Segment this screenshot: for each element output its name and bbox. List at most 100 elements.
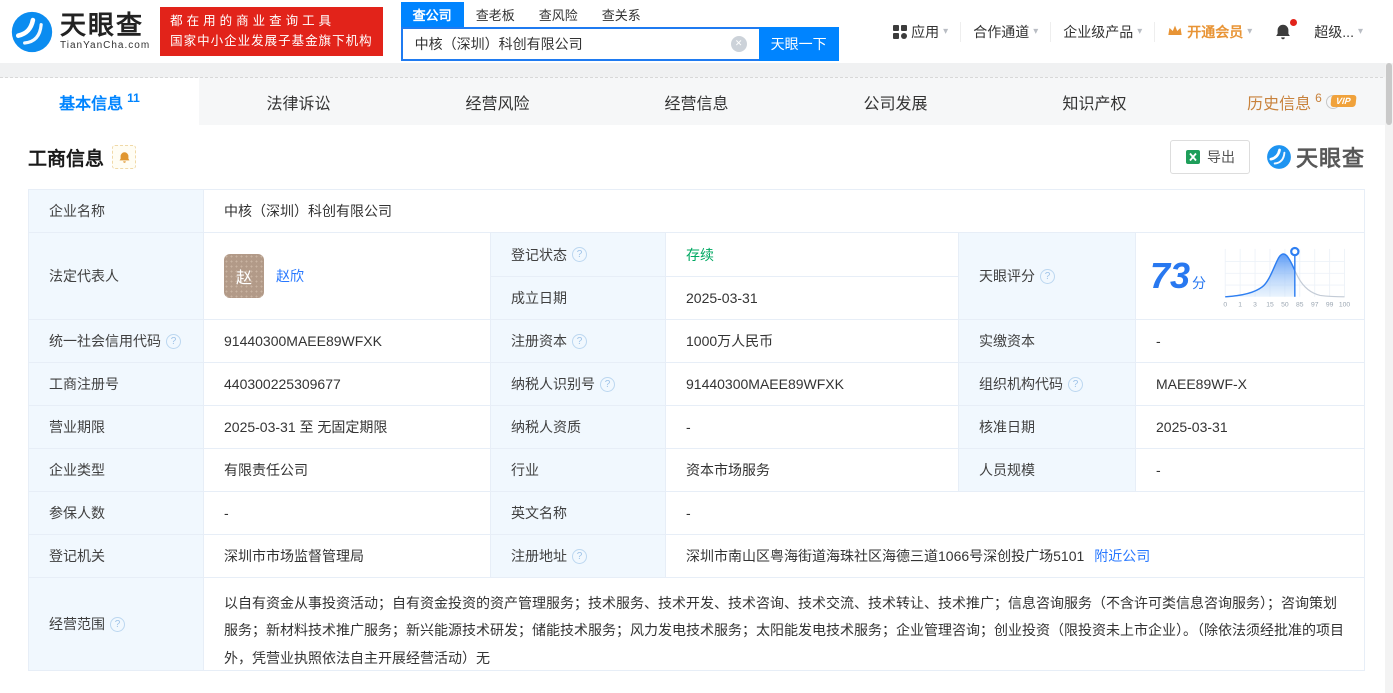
nearby-companies-link[interactable]: 附近公司: [1094, 546, 1150, 566]
svg-text:99: 99: [1326, 302, 1334, 309]
reg-number-value: 440300225309677: [204, 363, 491, 406]
bell-icon: [1274, 23, 1292, 41]
excel-icon: [1185, 149, 1201, 165]
main-content: 工商信息 导出: [0, 125, 1393, 671]
search-input[interactable]: [401, 27, 759, 61]
chevron-down-icon: ▾: [1033, 26, 1038, 37]
staff-size-label: 人员规模: [959, 449, 1136, 492]
tab-business-info[interactable]: 经营信息: [597, 78, 796, 125]
search-button[interactable]: 天眼一下: [759, 27, 839, 61]
slogan-line-1: 都在用的商业查询工具: [170, 12, 373, 31]
help-icon[interactable]: ?: [572, 549, 587, 564]
paid-capital-value: -: [1136, 320, 1364, 363]
english-name-value: -: [666, 492, 1364, 535]
section-title: 工商信息: [28, 144, 104, 171]
search-tab-boss[interactable]: 查老板: [464, 2, 527, 27]
nav-partner-channel[interactable]: 合作通道 ▾: [960, 22, 1050, 42]
industry-value: 资本市场服务: [666, 449, 959, 492]
bell-icon: [118, 151, 131, 164]
reg-address-value: 深圳市南山区粤海街道海珠社区海德三道1066号深创投广场5101 附近公司: [666, 535, 1364, 578]
reg-authority-value: 深圳市市场监督管理局: [204, 535, 491, 578]
nav-enterprise-label: 企业级产品: [1063, 22, 1133, 42]
tab-legal-proceedings[interactable]: 法律诉讼: [199, 78, 398, 125]
establish-date-label: 成立日期: [491, 277, 666, 320]
brand-watermark: 天眼查: [1266, 141, 1365, 173]
export-button[interactable]: 导出: [1170, 140, 1250, 174]
search-tab-relation[interactable]: 查关系: [590, 2, 653, 27]
nav-open-membership[interactable]: 开通会员 ▾: [1154, 22, 1264, 42]
legal-rep-label: 法定代表人: [29, 233, 204, 320]
tab-basic-info-count: 11: [127, 91, 140, 105]
org-code-label: 组织机构代码 ?: [959, 363, 1136, 406]
chevron-down-icon: ▾: [1358, 26, 1363, 37]
reg-address-label: 注册地址 ?: [491, 535, 666, 578]
search-tab-company[interactable]: 查公司: [401, 2, 464, 27]
slogan-line-2: 国家中小企业发展子基金旗下机构: [170, 32, 373, 51]
insured-count-label: 参保人数: [29, 492, 204, 535]
clear-icon[interactable]: ✕: [731, 36, 747, 52]
approval-date-label: 核准日期: [959, 406, 1136, 449]
crown-icon: [1167, 24, 1183, 40]
tab-intellectual-property[interactable]: 知识产权: [995, 78, 1194, 125]
reg-capital-label: 注册资本 ?: [491, 320, 666, 363]
tab-history-info[interactable]: 历史信息 6 VIP ?: [1194, 78, 1393, 125]
tab-operating-risk[interactable]: 经营风险: [398, 78, 597, 125]
help-icon[interactable]: ?: [110, 617, 125, 632]
watermark-brand-text: 天眼查: [1296, 141, 1365, 173]
tab-history-count: 6: [1315, 91, 1322, 105]
help-icon[interactable]: ?: [166, 334, 181, 349]
nav-partner-label: 合作通道: [973, 22, 1029, 42]
nav-enterprise-products[interactable]: 企业级产品 ▾: [1050, 22, 1154, 42]
svg-text:1: 1: [1238, 302, 1242, 309]
company-name-value: 中核（深圳）科创有限公司: [204, 190, 1364, 233]
tab-basic-info[interactable]: 基本信息 11: [0, 78, 199, 125]
help-icon[interactable]: ?: [600, 377, 615, 392]
taxpayer-id-value: 91440300MAEE89WFXK: [666, 363, 959, 406]
notification-bell-button[interactable]: [1264, 23, 1302, 41]
vertical-scrollbar[interactable]: [1385, 63, 1393, 693]
help-icon[interactable]: ?: [1068, 377, 1083, 392]
legal-rep-link[interactable]: 赵欣: [276, 266, 304, 286]
nav-membership-label: 开通会员: [1187, 22, 1243, 42]
score-number: 73分: [1150, 255, 1206, 297]
section-header: 工商信息 导出: [28, 125, 1365, 189]
svg-text:15: 15: [1266, 302, 1274, 309]
company-type-label: 企业类型: [29, 449, 204, 492]
nav-apps[interactable]: 应用 ▾: [881, 22, 960, 42]
svg-text:3: 3: [1253, 302, 1257, 309]
svg-text:100: 100: [1339, 302, 1350, 309]
scrollbar-thumb[interactable]: [1386, 63, 1392, 125]
paid-capital-label: 实缴资本: [959, 320, 1136, 363]
business-info-table: 企业名称 中核（深圳）科创有限公司 法定代表人 赵 赵欣 登记状态 ? 存续 成…: [28, 189, 1365, 671]
score-label: 天眼评分 ?: [959, 233, 1136, 320]
help-icon[interactable]: ?: [572, 247, 587, 262]
tianyancha-logo[interactable]: 天眼查 TianYanCha.com: [10, 10, 150, 54]
tianyancha-logo-icon: [10, 10, 54, 54]
subscribe-bell-button[interactable]: [112, 145, 136, 169]
search-tab-risk[interactable]: 查风险: [527, 2, 590, 27]
tab-strip: 基本信息 11 法律诉讼 经营风险 经营信息 公司发展 知识产权 历史信息 6: [0, 77, 1393, 125]
logo-brand-text: 天眼查: [60, 12, 150, 38]
reg-status-label: 登记状态 ?: [491, 233, 666, 277]
legal-rep-value: 赵 赵欣: [204, 233, 491, 320]
score-marker-pin: [1291, 248, 1298, 255]
org-code-value: MAEE89WF-X: [1136, 363, 1364, 406]
help-icon[interactable]: ?: [1040, 269, 1055, 284]
top-navigation: 应用 ▾ 合作通道 ▾ 企业级产品 ▾ 开通会员 ▾: [881, 22, 1383, 42]
reg-status-value: 存续: [666, 233, 959, 277]
search-module: 查公司 查老板 查风险 查关系 天眼一下 ✕: [401, 3, 839, 61]
tab-company-development[interactable]: 公司发展: [796, 78, 995, 125]
company-type-value: 有限责任公司: [204, 449, 491, 492]
avatar[interactable]: 赵: [224, 254, 264, 298]
status-badge: 存续: [686, 245, 714, 265]
vip-badge: VIP: [1331, 95, 1357, 107]
taxpayer-id-label: 纳税人识别号 ?: [491, 363, 666, 406]
svg-text:50: 50: [1281, 302, 1289, 309]
reg-authority-label: 登记机关: [29, 535, 204, 578]
page: 天眼查 TianYanCha.com 都在用的商业查询工具 国家中小企业发展子基…: [0, 0, 1393, 693]
nav-account-menu[interactable]: 超级... ▾: [1302, 22, 1375, 42]
nav-account-label: 超级...: [1314, 22, 1354, 42]
help-icon[interactable]: ?: [572, 334, 587, 349]
business-scope-value: 以自有资金从事投资活动；自有资金投资的资产管理服务；技术服务、技术开发、技术咨询…: [204, 578, 1364, 670]
establish-date-value: 2025-03-31: [666, 277, 959, 320]
